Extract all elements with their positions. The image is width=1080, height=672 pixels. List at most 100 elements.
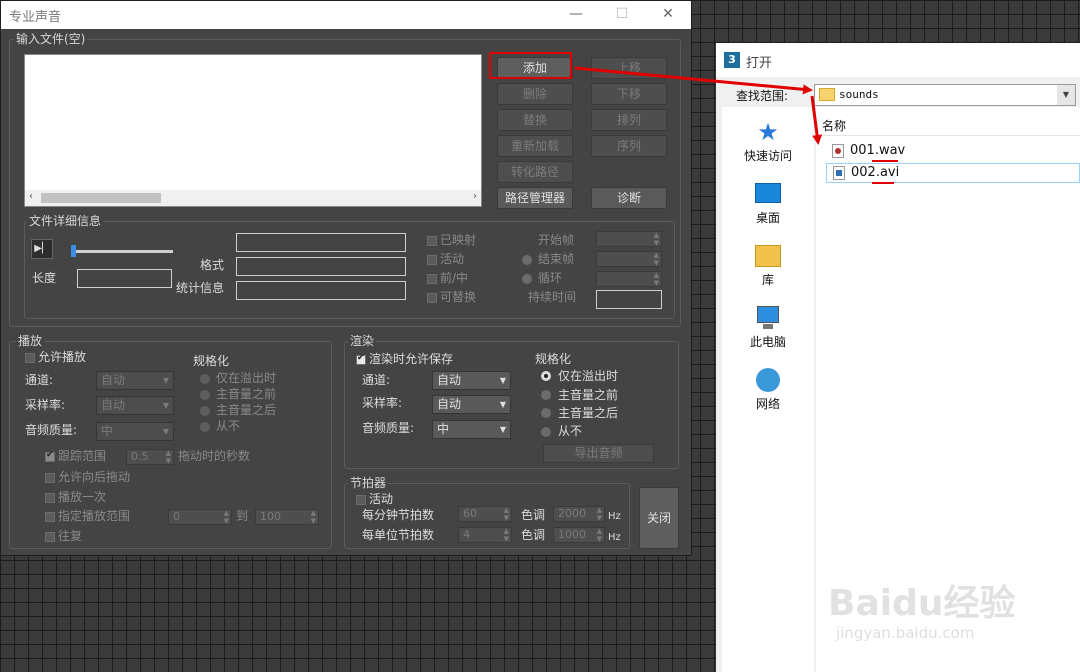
range-from-value: 0 xyxy=(173,510,180,523)
scroll-left-icon[interactable]: ‹ xyxy=(29,191,33,202)
open-dialog-titlebar[interactable]: 3 打开 xyxy=(716,43,1080,77)
allow-playback-checkbox[interactable] xyxy=(25,353,35,363)
delete-button[interactable]: 删除 xyxy=(497,83,573,105)
sequence-button[interactable]: 序列 xyxy=(591,135,667,157)
r-norm-radio-0[interactable] xyxy=(541,371,551,381)
range-from-spinner[interactable]: 0 ▲ ▼ xyxy=(168,509,232,525)
maximize-icon: ☐ xyxy=(615,6,629,22)
drag-seconds-label: 拖动时的秒数 xyxy=(178,449,251,463)
r-quality-dropdown[interactable]: 中 ▼ xyxy=(432,420,511,439)
scroll-right-icon[interactable]: › xyxy=(473,191,477,202)
mapped-label: 已映射 xyxy=(440,233,477,247)
bpm-spinner[interactable]: 60 ▲ ▼ xyxy=(458,506,512,522)
sidebar-item-desktop[interactable]: 桌面 xyxy=(722,181,814,226)
sidebar-item-quick-access[interactable]: ★ 快速访问 xyxy=(722,119,814,164)
move-up-button[interactable]: 上移 xyxy=(591,57,667,79)
sidebar-item-this-pc[interactable]: 此电脑 xyxy=(722,305,814,350)
r-sample-rate-value: 自动 xyxy=(437,397,462,411)
seek-slider[interactable] xyxy=(71,245,173,257)
minimize-icon[interactable]: — xyxy=(553,3,599,27)
bpm-label: 每分钟节拍数 xyxy=(362,508,435,522)
end-frame-spinner[interactable]: ▲ ▼ xyxy=(596,251,662,267)
front-mid-checkbox[interactable] xyxy=(427,274,437,284)
range-to-spinner[interactable]: 100 ▲ ▼ xyxy=(255,509,319,525)
play-icon[interactable]: ▶▏ xyxy=(31,239,53,259)
playback-label: 播放 xyxy=(16,334,45,348)
sort-button[interactable]: 排列 xyxy=(591,109,667,131)
scrollbar-thumb[interactable] xyxy=(41,193,161,203)
diagnose-button[interactable]: 诊断 xyxy=(591,187,667,209)
loop-spinner[interactable]: ▲ ▼ xyxy=(596,271,662,287)
pb-quality-dropdown[interactable]: 中 ▼ xyxy=(96,422,174,441)
pb-channel-dropdown[interactable]: 自动 ▼ xyxy=(96,371,174,390)
replace-button[interactable]: 替换 xyxy=(497,109,573,131)
horizontal-scrollbar[interactable]: ‹ › xyxy=(25,190,481,206)
pb-channel-label: 通道: xyxy=(25,373,54,387)
r-channel-label: 通道: xyxy=(362,373,391,387)
r-norm-radio-2[interactable] xyxy=(541,408,551,418)
bpu-value: 4 xyxy=(463,528,470,541)
watermark-url: jingyan.baidu.com xyxy=(836,624,975,642)
allow-save-checkbox[interactable] xyxy=(356,353,366,365)
r-norm-radio-3[interactable] xyxy=(541,427,551,437)
audio-file-icon xyxy=(832,144,844,158)
sidebar-item-network[interactable]: 网络 xyxy=(722,367,814,412)
tone2-hz-label: Hz xyxy=(608,532,621,543)
file-item-avi[interactable]: 002.avi xyxy=(826,163,1080,183)
track-range-spinner[interactable]: 0.5 ▲ ▼ xyxy=(126,449,174,465)
start-frame-spinner[interactable]: ▲ ▼ xyxy=(596,231,662,247)
seek-slider-thumb[interactable] xyxy=(71,245,76,257)
metronome-active-checkbox[interactable] xyxy=(356,495,366,505)
pb-norm-radio-3[interactable] xyxy=(200,422,210,432)
pb-sample-rate-value: 自动 xyxy=(101,398,126,412)
pro-sound-dialog: 专业声音 — ☐ ✕ 输入文件(空) ‹ › 添加 上移 删除 下移 替换 排列… xyxy=(0,0,692,556)
pb-norm-radio-1[interactable] xyxy=(200,390,210,400)
loop-label: 循环 xyxy=(538,271,563,285)
end-frame-label: 结束帧 xyxy=(538,252,575,266)
move-down-button[interactable]: 下移 xyxy=(591,83,667,105)
pb-channel-value: 自动 xyxy=(101,373,126,387)
export-audio-button[interactable]: 导出音频 xyxy=(543,444,654,463)
column-header-name[interactable]: 名称 xyxy=(822,117,846,134)
convert-path-button[interactable]: 转化路径 xyxy=(497,161,573,183)
r-normalize-label: 规格化 xyxy=(535,352,572,366)
replaceable-checkbox[interactable] xyxy=(427,293,437,303)
play-once-checkbox[interactable] xyxy=(45,493,55,503)
start-frame-label: 开始帧 xyxy=(538,233,575,247)
path-manager-button[interactable]: 路径管理器 xyxy=(497,187,573,209)
folder-icon xyxy=(819,88,835,101)
tone2-spinner[interactable]: 1000 ▲ ▼ xyxy=(553,527,605,543)
allow-playback-label: 允许播放 xyxy=(38,350,87,364)
tone1-spinner[interactable]: 2000 ▲ ▼ xyxy=(553,506,605,522)
r-channel-dropdown[interactable]: 自动 ▼ xyxy=(432,371,511,390)
chevron-down-icon[interactable]: ▼ xyxy=(1057,85,1075,105)
close-icon[interactable]: ✕ xyxy=(645,3,691,27)
chevron-down-icon: ▼ xyxy=(162,376,169,385)
look-in-dropdown[interactable]: sounds ▼ xyxy=(814,84,1076,106)
bpu-spinner[interactable]: 4 ▲ ▼ xyxy=(458,527,512,543)
mapped-checkbox[interactable] xyxy=(427,236,437,246)
dialog-titlebar[interactable]: 专业声音 — ☐ ✕ xyxy=(1,1,691,29)
close-button[interactable]: 关闭 xyxy=(639,487,679,549)
pb-norm-radio-0[interactable] xyxy=(200,374,210,384)
length-label: 长度 xyxy=(32,271,57,285)
sidebar-item-libraries[interactable]: 库 xyxy=(722,243,814,288)
file-item-wav[interactable]: 001.wav xyxy=(826,142,1080,162)
reload-button[interactable]: 重新加载 xyxy=(497,135,573,157)
pb-sample-rate-dropdown[interactable]: 自动 ▼ xyxy=(96,396,174,415)
r-norm-radio-1[interactable] xyxy=(541,390,551,400)
allow-drag-back-checkbox[interactable] xyxy=(45,473,55,483)
end-frame-radio[interactable] xyxy=(522,255,532,265)
file-listbox[interactable]: ‹ › xyxy=(24,54,482,207)
watermark-brand: Baidu经验 xyxy=(828,583,1016,624)
file-name-avi: 002.avi xyxy=(851,165,900,180)
pb-norm-radio-2[interactable] xyxy=(200,406,210,416)
tone2-value: 1000 xyxy=(558,528,586,541)
active-checkbox[interactable] xyxy=(427,255,437,265)
ping-pong-checkbox[interactable] xyxy=(45,532,55,542)
r-sample-rate-dropdown[interactable]: 自动 ▼ xyxy=(432,395,511,414)
specify-range-checkbox[interactable] xyxy=(45,512,55,522)
loop-radio[interactable] xyxy=(522,274,532,284)
sidebar-label-quick-access: 快速访问 xyxy=(743,149,792,163)
track-range-checkbox[interactable] xyxy=(45,450,55,462)
